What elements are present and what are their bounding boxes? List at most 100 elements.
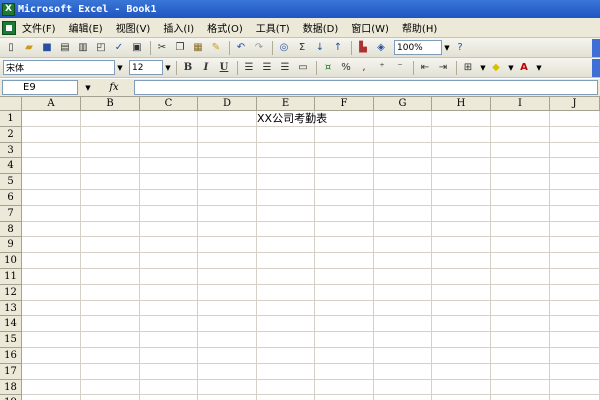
name-box[interactable]: E9	[2, 80, 78, 95]
cell-a4[interactable]	[22, 158, 81, 175]
cell-h19[interactable]	[432, 395, 491, 400]
cell-c18[interactable]	[140, 379, 198, 396]
cell-j6[interactable]	[550, 189, 600, 206]
cell-a9[interactable]	[22, 237, 81, 254]
cell-c3[interactable]	[140, 142, 198, 159]
align-right-icon[interactable]: ☰	[277, 60, 293, 76]
cell-c7[interactable]	[140, 205, 198, 222]
increase-decimal-icon[interactable]: ⁺	[374, 60, 390, 76]
cell-a16[interactable]	[22, 347, 81, 364]
cell-i2[interactable]	[491, 126, 550, 143]
cell-e5[interactable]	[257, 174, 315, 190]
cell-d18[interactable]	[198, 379, 257, 396]
cut-icon[interactable]: ✂	[154, 40, 170, 56]
row-header[interactable]: 18	[0, 379, 22, 396]
row-header[interactable]: 5	[0, 174, 22, 190]
font-size-dropdown-icon[interactable]: ▼	[163, 60, 173, 75]
increase-indent-icon[interactable]: ⇥	[435, 60, 451, 76]
print-icon[interactable]: ▥	[75, 40, 91, 56]
cell-f13[interactable]	[315, 300, 374, 317]
row-header[interactable]: 16	[0, 347, 22, 364]
cell-g1[interactable]	[374, 111, 432, 127]
row-header[interactable]: 8	[0, 221, 22, 238]
cell-e9[interactable]	[257, 237, 315, 254]
cell-f6[interactable]	[315, 189, 374, 206]
cell-a11[interactable]	[22, 268, 81, 285]
open-folder-icon[interactable]: ▰	[21, 40, 37, 56]
menu-format[interactable]: 格式(O)	[207, 20, 243, 35]
cell-e7[interactable]	[257, 205, 315, 222]
cell-g4[interactable]	[374, 158, 432, 175]
cell-j19[interactable]	[550, 395, 600, 400]
cell-j4[interactable]	[550, 158, 600, 175]
redo-icon[interactable]: ↷	[251, 40, 267, 56]
cell-a17[interactable]	[22, 363, 81, 380]
menu-insert[interactable]: 插入(I)	[163, 20, 194, 35]
cell-c19[interactable]	[140, 395, 198, 400]
cell-j7[interactable]	[550, 205, 600, 222]
comma-style-button[interactable]: ,	[356, 60, 372, 76]
cell-d4[interactable]	[198, 158, 257, 175]
cell-c11[interactable]	[140, 268, 198, 285]
cell-f5[interactable]	[315, 174, 374, 190]
excel-app-icon[interactable]: X	[2, 2, 15, 16]
cell-d16[interactable]	[198, 347, 257, 364]
cell-b3[interactable]	[81, 142, 140, 159]
row-header[interactable]: 4	[0, 158, 22, 175]
cell-i16[interactable]	[491, 347, 550, 364]
cell-a15[interactable]	[22, 332, 81, 348]
cell-i3[interactable]	[491, 142, 550, 159]
workbook-icon[interactable]	[2, 20, 16, 35]
cell-e18[interactable]	[257, 379, 315, 396]
cell-i15[interactable]	[491, 332, 550, 348]
cell-a2[interactable]	[22, 126, 81, 143]
sort-descending-icon[interactable]: ↑	[330, 40, 346, 56]
cell-d6[interactable]	[198, 189, 257, 206]
row-header[interactable]: 3	[0, 142, 22, 159]
cell-f3[interactable]	[315, 142, 374, 159]
cell-b12[interactable]	[81, 284, 140, 301]
cell-i12[interactable]	[491, 284, 550, 301]
cell-f11[interactable]	[315, 268, 374, 285]
sort-ascending-icon[interactable]: ↓	[312, 40, 328, 56]
cell-d12[interactable]	[198, 284, 257, 301]
cell-a7[interactable]	[22, 205, 81, 222]
cell-g17[interactable]	[374, 363, 432, 380]
cell-b16[interactable]	[81, 347, 140, 364]
cell-e10[interactable]	[257, 253, 315, 269]
menu-help[interactable]: 帮助(H)	[402, 20, 437, 35]
cell-b18[interactable]	[81, 379, 140, 396]
cell-f18[interactable]	[315, 379, 374, 396]
select-all-corner[interactable]	[0, 97, 22, 111]
row-header[interactable]: 1	[0, 111, 22, 127]
borders-icon[interactable]: ⊞	[460, 60, 476, 76]
row-header[interactable]: 6	[0, 189, 22, 206]
permission-icon[interactable]: ▤	[57, 40, 73, 56]
bold-button[interactable]: B	[180, 60, 196, 76]
align-left-icon[interactable]: ☰	[241, 60, 257, 76]
cell-f2[interactable]	[315, 126, 374, 143]
cell-f10[interactable]	[315, 253, 374, 269]
row-header[interactable]: 14	[0, 316, 22, 333]
cell-c9[interactable]	[140, 237, 198, 254]
row-header[interactable]: 19	[0, 395, 22, 400]
chart-wizard-icon[interactable]: ▙	[355, 40, 371, 56]
cell-d15[interactable]	[198, 332, 257, 348]
cell-i7[interactable]	[491, 205, 550, 222]
cell-f14[interactable]	[315, 316, 374, 333]
cell-h9[interactable]	[432, 237, 491, 254]
cell-d1[interactable]	[198, 111, 257, 127]
column-header-j[interactable]: J	[550, 97, 600, 111]
cell-i8[interactable]	[491, 221, 550, 238]
cell-d7[interactable]	[198, 205, 257, 222]
drawing-icon[interactable]: ◈	[373, 40, 389, 56]
cell-j14[interactable]	[550, 316, 600, 333]
column-header-c[interactable]: C	[140, 97, 198, 111]
cell-e19[interactable]	[257, 395, 315, 400]
autosum-icon[interactable]: Σ	[294, 40, 310, 56]
cell-h14[interactable]	[432, 316, 491, 333]
menu-view[interactable]: 视图(V)	[116, 20, 151, 35]
cell-g7[interactable]	[374, 205, 432, 222]
cell-g19[interactable]	[374, 395, 432, 400]
cell-c8[interactable]	[140, 221, 198, 238]
